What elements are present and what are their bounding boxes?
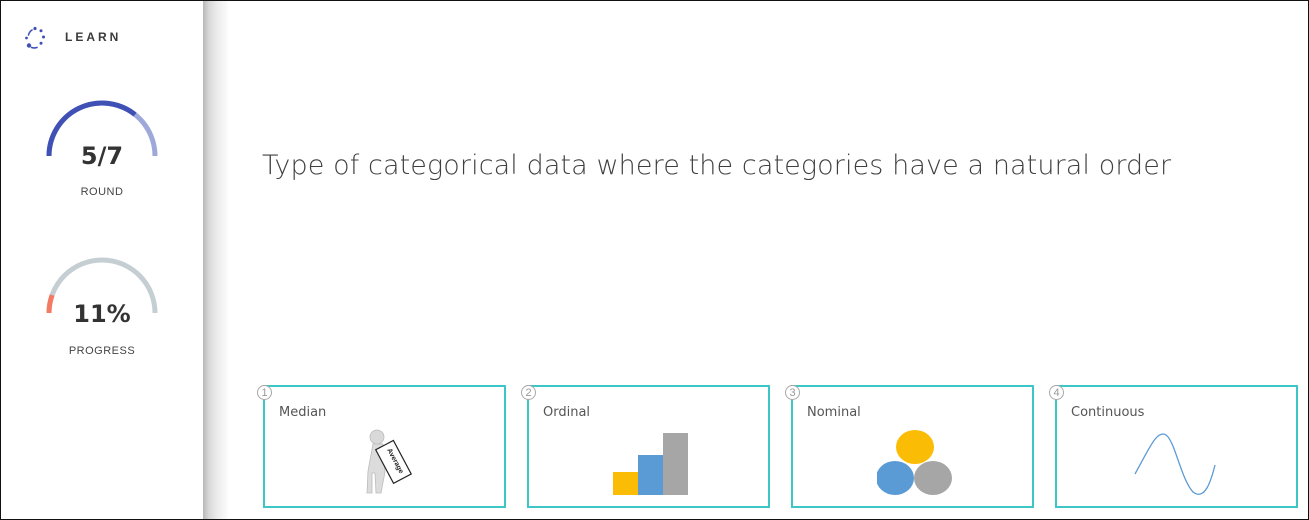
person-holding-average-sign-icon: Average (366, 429, 413, 494)
progress-value: 11% (73, 300, 131, 328)
round-value: 5/7 (80, 142, 124, 170)
sine-wave-icon (1134, 433, 1216, 495)
sidebar-divider (203, 1, 229, 519)
answer-option-median[interactable]: Median Average (263, 385, 506, 508)
progress-label: PROGRESS (68, 345, 136, 357)
option-number: 2 (521, 385, 536, 400)
option-number: 4 (1049, 385, 1064, 400)
round-label: ROUND (80, 186, 124, 198)
ascending-bars-icon (613, 433, 688, 495)
option-label: Continuous (1071, 405, 1145, 420)
three-circles-icon (877, 430, 952, 495)
option-number: 1 (257, 385, 272, 400)
option-label: Median (279, 405, 327, 420)
option-number: 3 (785, 385, 800, 400)
option-label: Ordinal (543, 405, 591, 420)
answer-option-ordinal[interactable]: Ordinal (527, 385, 770, 508)
question-text: Type of categorical data where the categ… (262, 150, 1172, 181)
answer-option-nominal[interactable]: Nominal (791, 385, 1034, 508)
brand-title: LEARN (65, 30, 122, 44)
learn-logo-icon (25, 26, 45, 49)
answer-option-continuous[interactable]: Continuous (1055, 385, 1298, 508)
option-label: Nominal (807, 405, 861, 420)
